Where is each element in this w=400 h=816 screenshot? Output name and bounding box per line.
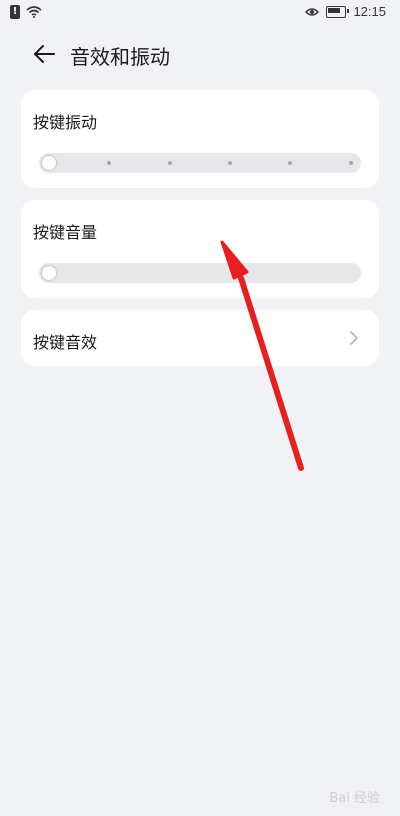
slider-tick: [349, 161, 353, 165]
status-bar: ! 12:15: [0, 0, 400, 26]
key-volume-slider-thumb[interactable]: [42, 266, 56, 280]
watermark: Bai 经验: [329, 791, 380, 806]
wifi-icon: [26, 6, 42, 18]
back-button[interactable]: [30, 40, 60, 68]
back-arrow-icon: [34, 45, 55, 63]
status-left: !: [10, 5, 42, 19]
key-sound-effect-label: 按键音效: [33, 333, 98, 352]
slider-tick: [288, 161, 292, 165]
page-title: 音效和振动: [70, 45, 170, 69]
key-volume-slider[interactable]: [39, 263, 361, 283]
chevron-right-icon: [350, 331, 358, 345]
key-sound-effect-row[interactable]: 按键音效: [21, 310, 379, 366]
key-vibration-label: 按键振动: [33, 113, 98, 132]
battery-icon: [326, 5, 350, 18]
key-vibration-card: 按键振动: [21, 90, 379, 188]
status-right: 12:15: [305, 4, 386, 19]
key-vibration-slider[interactable]: [39, 153, 361, 173]
key-volume-card: 按键音量: [21, 200, 379, 298]
eye-icon: [305, 7, 320, 16]
status-time: 12:15: [353, 4, 386, 19]
slider-tick: [107, 161, 111, 165]
slider-tick: [168, 161, 172, 165]
slider-tick: [228, 161, 232, 165]
key-vibration-slider-thumb[interactable]: [42, 156, 56, 170]
key-volume-label: 按键音量: [33, 223, 98, 242]
header: 音效和振动: [0, 30, 400, 78]
alert-icon: !: [10, 5, 20, 19]
